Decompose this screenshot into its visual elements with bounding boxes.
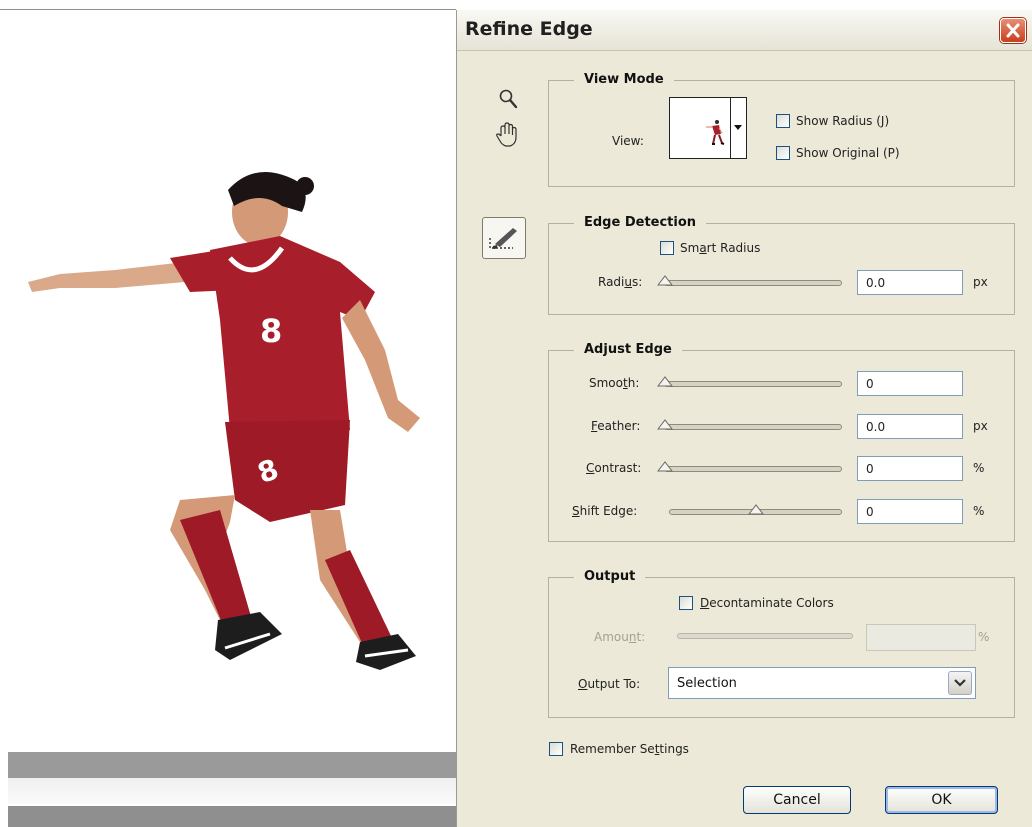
feather-input[interactable]: 0.0 (857, 414, 963, 439)
output-to-label: Output To: (578, 677, 641, 691)
chevron-down-icon (734, 125, 742, 130)
amount-label: Amount: (594, 630, 646, 644)
refine-radius-tool-button[interactable] (482, 217, 526, 259)
canvas-scroll-area (8, 752, 456, 778)
cancel-button[interactable]: Cancel (743, 786, 851, 814)
smart-radius-label: Smart Radius (680, 241, 761, 255)
radius-unit: px (973, 275, 988, 289)
adjust-edge-title: Adjust Edge (574, 342, 682, 357)
decontaminate-colors-checkbox[interactable] (679, 596, 693, 610)
svg-text:8: 8 (260, 312, 282, 350)
feather-label: Feather: (591, 419, 641, 433)
radius-slider-track[interactable] (664, 280, 842, 286)
edge-detection-group (548, 223, 1015, 315)
dialog-title: Refine Edge (465, 18, 593, 40)
remember-settings-checkbox[interactable] (549, 742, 563, 756)
view-mode-dropdown[interactable] (669, 97, 747, 159)
view-mode-title: View Mode (574, 72, 674, 87)
feather-slider-track[interactable] (664, 424, 842, 430)
output-to-dropdown-button[interactable] (948, 671, 972, 695)
canvas-top-edge (0, 9, 456, 10)
feather-slider-thumb[interactable] (657, 418, 673, 430)
output-to-selected-value: Selection (677, 676, 737, 691)
decontaminate-colors-label: Decontaminate Colors (700, 596, 834, 610)
smooth-slider-thumb[interactable] (657, 375, 673, 387)
contrast-slider-thumb[interactable] (657, 460, 673, 472)
smart-radius-checkbox[interactable] (660, 241, 674, 255)
feather-unit: px (973, 419, 988, 433)
zoom-tool-icon[interactable] (497, 88, 519, 110)
ok-button[interactable]: OK (885, 786, 998, 814)
contrast-slider-track[interactable] (664, 466, 842, 472)
refine-radius-tool-icon (489, 228, 517, 249)
close-icon (1006, 23, 1020, 38)
chevron-down-icon (954, 679, 966, 687)
contrast-input[interactable]: 0 (857, 456, 963, 481)
smooth-input[interactable]: 0 (857, 371, 963, 396)
remember-settings-label: Remember Settings (570, 742, 689, 756)
contrast-label: Contrast: (586, 461, 642, 475)
canvas-scrollbar[interactable] (8, 778, 456, 804)
shift-edge-input[interactable]: 0 (857, 499, 963, 524)
canvas-status-bar (8, 806, 456, 827)
amount-input (866, 624, 976, 651)
output-title: Output (574, 569, 646, 584)
show-radius-label: Show Radius (J) (796, 114, 890, 128)
view-dropdown-arrow[interactable] (730, 98, 747, 158)
contrast-unit: % (973, 461, 985, 475)
radius-input[interactable]: 0.0 (857, 270, 963, 295)
close-button[interactable] (1000, 18, 1026, 43)
masked-photo-soccer-player: 8 8 (28, 172, 420, 670)
radius-label: Radius: (598, 275, 643, 289)
radius-slider-thumb[interactable] (657, 274, 673, 286)
view-label: View: (612, 134, 644, 148)
amount-unit: % (978, 630, 990, 644)
edge-detection-title: Edge Detection (574, 215, 707, 230)
shift-edge-label: Shift Edge: (572, 504, 638, 518)
hand-tool-icon[interactable] (495, 122, 519, 148)
amount-slider-track (677, 633, 853, 639)
show-radius-checkbox[interactable] (776, 114, 790, 128)
view-thumbnail (706, 120, 725, 145)
shift-edge-unit: % (973, 504, 985, 518)
show-original-label: Show Original (P) (796, 146, 900, 160)
output-to-select[interactable]: Selection (668, 667, 976, 699)
show-original-checkbox[interactable] (776, 146, 790, 160)
smooth-slider-track[interactable] (664, 381, 842, 387)
document-canvas: 8 8 (0, 0, 456, 827)
shift-edge-slider-thumb[interactable] (748, 503, 764, 515)
refine-edge-dialog: Refine Edge View Mode View: Show Radius … (456, 10, 1032, 827)
dialog-titlebar[interactable]: Refine Edge (457, 10, 1032, 51)
smooth-label: Smooth: (589, 376, 640, 390)
